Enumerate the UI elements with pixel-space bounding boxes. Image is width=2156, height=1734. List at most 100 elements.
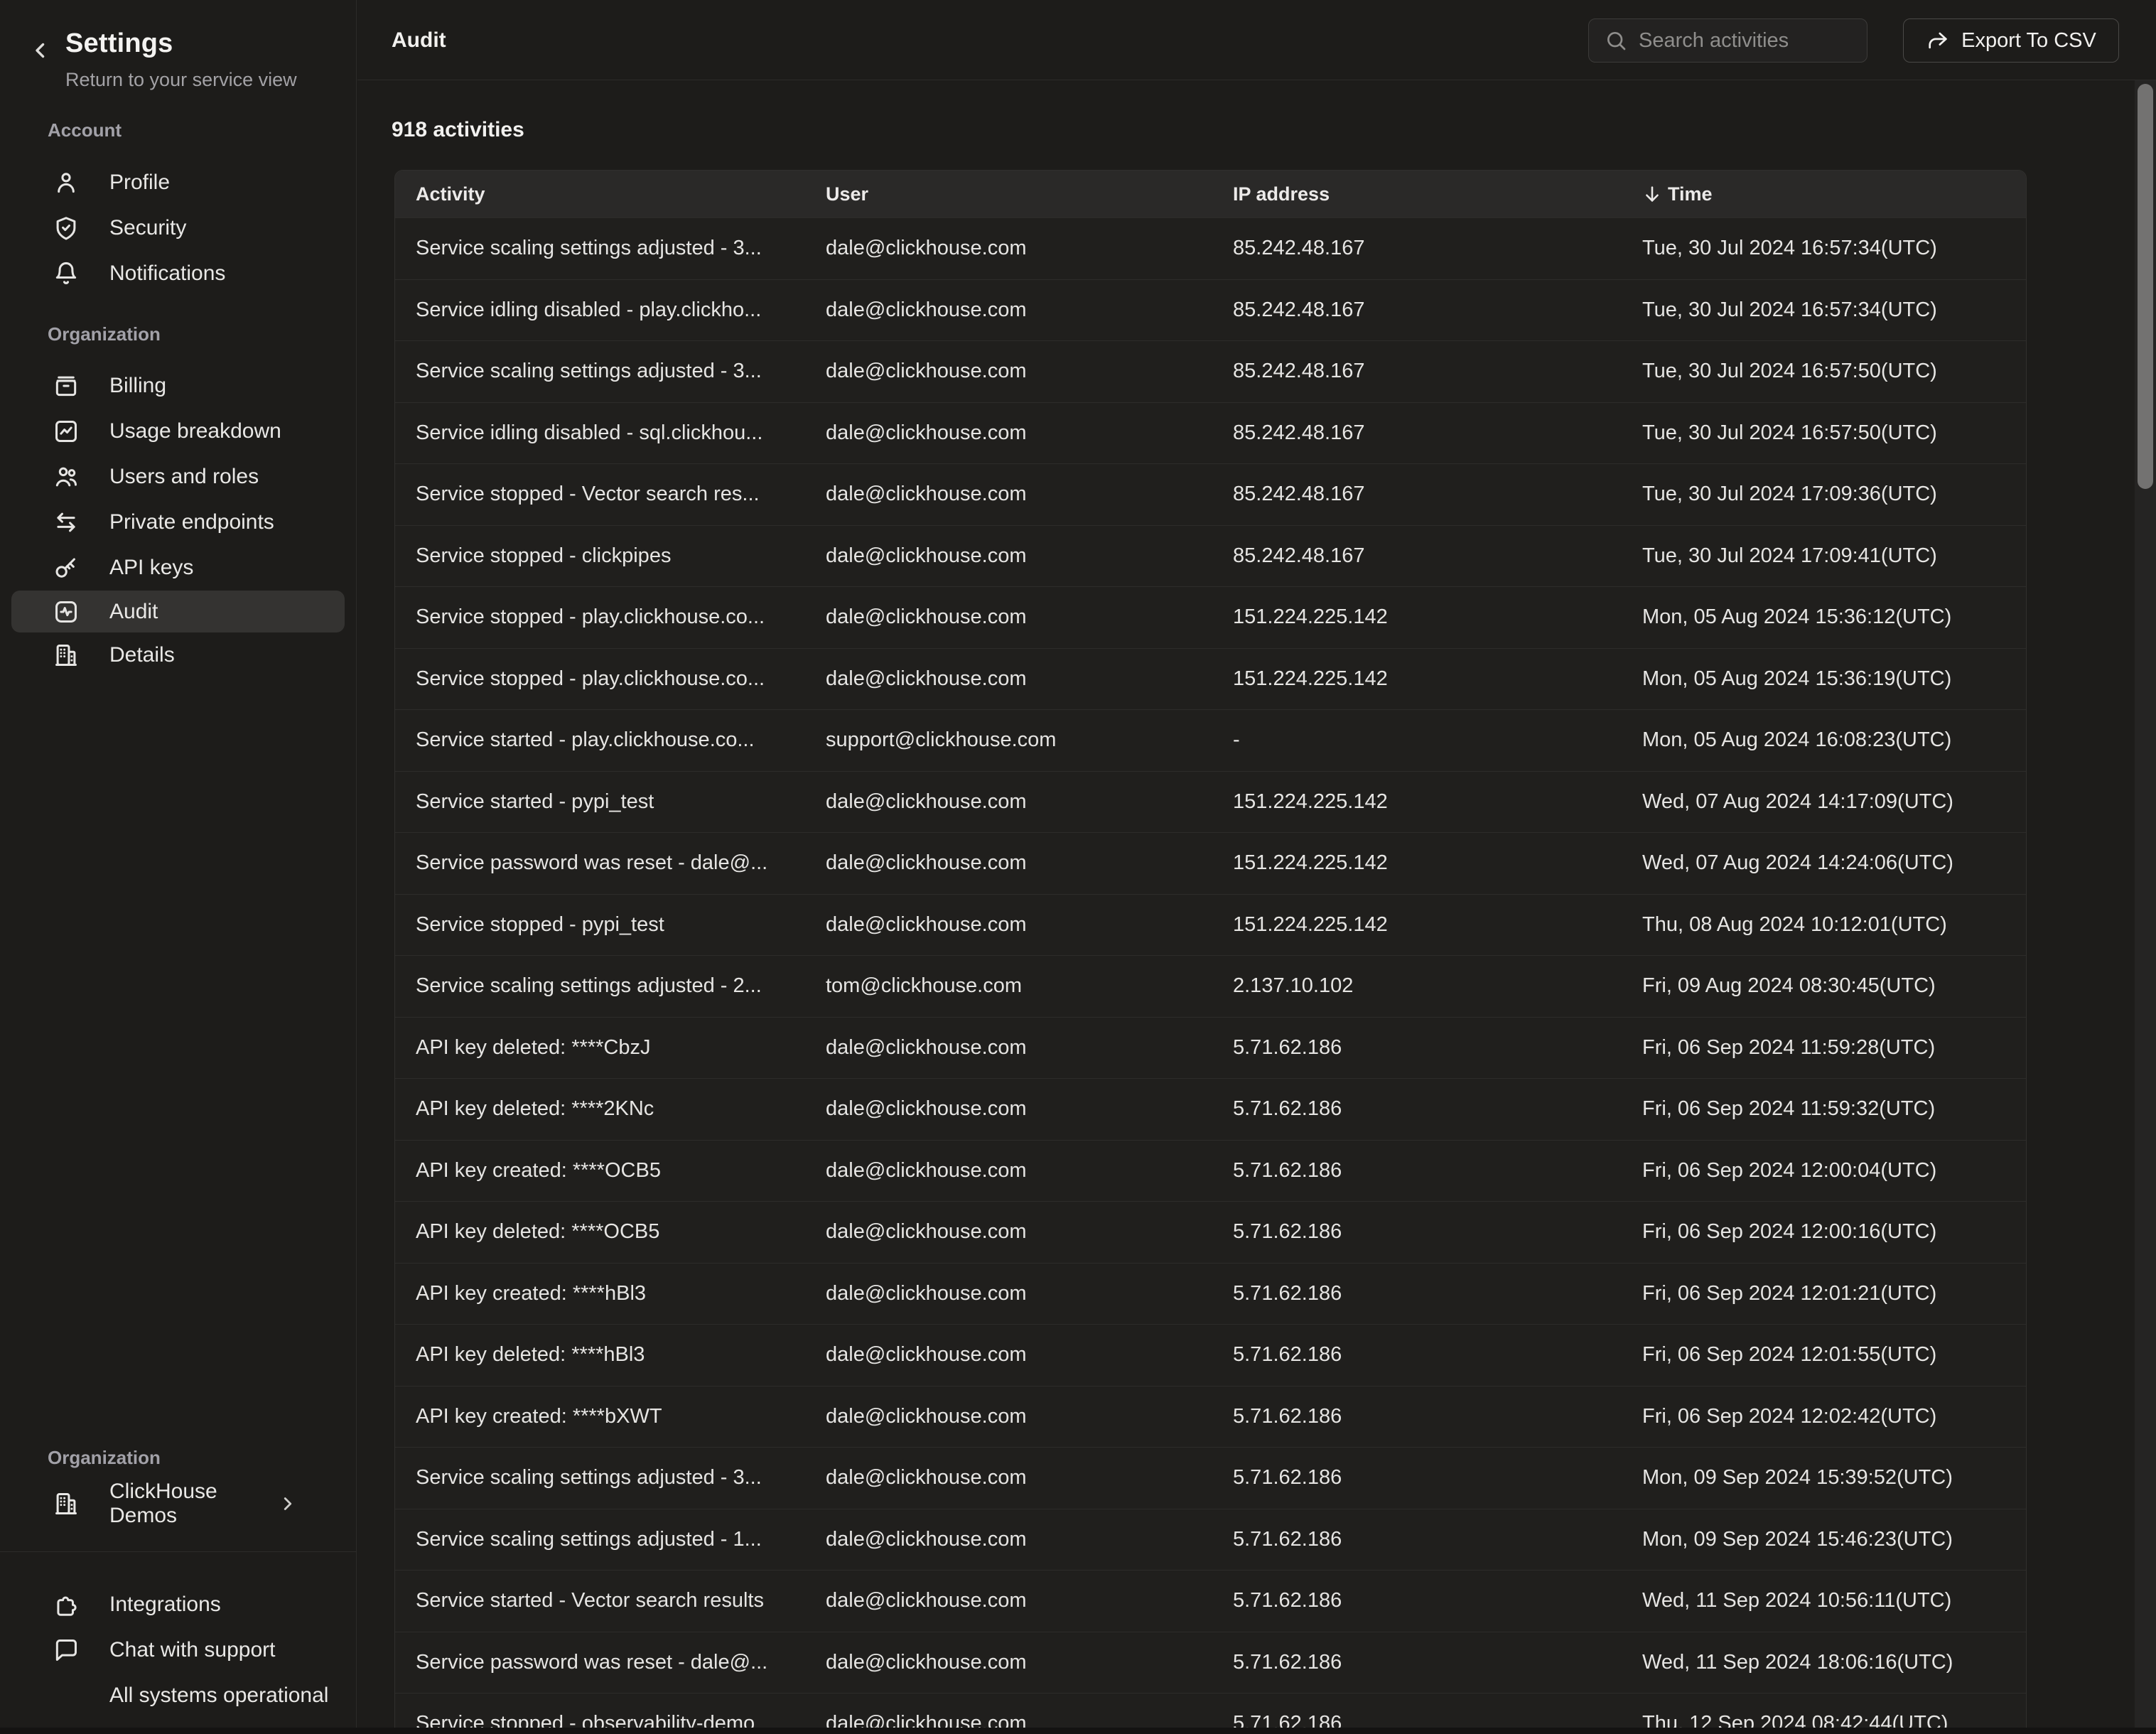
- sidebar-item-label: Chat with support: [109, 1638, 275, 1662]
- page-title: Audit: [392, 0, 446, 80]
- activity-cell: API key created: ****bXWT: [395, 1405, 826, 1428]
- activity-cell: Service idling disabled - play.clickho..…: [395, 298, 826, 322]
- activity-cell: Service scaling settings adjusted - 3...: [395, 360, 826, 383]
- org-switcher: ClickHouse Demos: [11, 1481, 345, 1526]
- user-cell: dale@clickhouse.com: [826, 667, 1233, 691]
- footer-item-chat-with-support[interactable]: Chat with support: [11, 1627, 345, 1673]
- usage-chart-icon: [53, 418, 80, 445]
- time-cell: Tue, 30 Jul 2024 16:57:34(UTC): [1642, 237, 2026, 260]
- sidebar-item-api-keys[interactable]: API keys: [11, 545, 345, 591]
- time-cell: Fri, 09 Aug 2024 08:30:45(UTC): [1642, 974, 2026, 998]
- time-cell: Mon, 09 Sep 2024 15:46:23(UTC): [1642, 1528, 2026, 1551]
- sidebar-item-private-endpoints[interactable]: Private endpoints: [11, 500, 345, 545]
- column-header-ip-address[interactable]: IP address: [1233, 183, 1642, 205]
- export-to-csv-button[interactable]: Export To CSV: [1903, 18, 2119, 63]
- user-cell: dale@clickhouse.com: [826, 1159, 1233, 1183]
- column-header-user[interactable]: User: [826, 183, 1233, 205]
- sidebar-item-label: Audit: [109, 600, 158, 624]
- activity-cell: Service password was reset - dale@...: [395, 1651, 826, 1674]
- sidebar-item-label: Details: [109, 643, 175, 667]
- time-cell: Wed, 11 Sep 2024 10:56:11(UTC): [1642, 1589, 2026, 1612]
- sidebar-item-label: Security: [109, 216, 186, 240]
- topbar: Audit Export To CSV: [357, 0, 2156, 80]
- sidebar-item-profile[interactable]: Profile: [11, 160, 345, 205]
- scrollbar-thumb[interactable]: [2138, 84, 2153, 489]
- sidebar-divider: [0, 1551, 356, 1552]
- ip-address-cell: 85.242.48.167: [1233, 360, 1642, 383]
- activity-cell: Service stopped - clickpipes: [395, 544, 826, 568]
- sidebar-item-details[interactable]: Details: [11, 632, 345, 678]
- table-header-row: ActivityUserIP addressTime: [395, 171, 2026, 217]
- account-section: Profile Security Notifications: [11, 160, 345, 296]
- table-row: Service scaling settings adjusted - 2...…: [395, 955, 2026, 1017]
- activity-cell: API key deleted: ****hBl3: [395, 1343, 826, 1367]
- activity-cell: Service stopped - play.clickhouse.co...: [395, 667, 826, 691]
- user-cell: dale@clickhouse.com: [826, 360, 1233, 383]
- puzzle-icon: [53, 1591, 80, 1618]
- sidebar-item-audit[interactable]: Audit: [11, 591, 345, 632]
- user-cell: dale@clickhouse.com: [826, 1589, 1233, 1612]
- time-cell: Fri, 06 Sep 2024 12:02:42(UTC): [1642, 1405, 2026, 1428]
- arrow-down-icon: [1642, 184, 1662, 204]
- sidebar-item-label: Private endpoints: [109, 510, 274, 534]
- activity-cell: Service started - Vector search results: [395, 1589, 826, 1612]
- time-cell: Fri, 06 Sep 2024 12:00:16(UTC): [1642, 1220, 2026, 1244]
- sidebar-item-usage-breakdown[interactable]: Usage breakdown: [11, 409, 345, 454]
- scrollbar-track[interactable]: [2135, 80, 2156, 1734]
- table-row: API key deleted: ****2KNcdale@clickhouse…: [395, 1078, 2026, 1140]
- ip-address-cell: 85.242.48.167: [1233, 421, 1642, 445]
- time-cell: Tue, 30 Jul 2024 16:57:50(UTC): [1642, 360, 2026, 383]
- table-row: API key created: ****OCB5dale@clickhouse…: [395, 1140, 2026, 1202]
- activity-cell: API key deleted: ****OCB5: [395, 1220, 826, 1244]
- ip-address-cell: 5.71.62.186: [1233, 1097, 1642, 1121]
- ip-address-cell: 151.224.225.142: [1233, 605, 1642, 629]
- column-header-activity[interactable]: Activity: [395, 183, 826, 205]
- sidebar-item-label: Notifications: [109, 262, 225, 286]
- activities-count: 918 activities: [392, 118, 524, 142]
- ip-address-cell: 5.71.62.186: [1233, 1159, 1642, 1183]
- footer-item-all-systems-operational[interactable]: All systems operational: [11, 1673, 345, 1718]
- activity-cell: API key created: ****hBl3: [395, 1282, 826, 1305]
- settings-sidebar: Settings Return to your service view Acc…: [0, 0, 357, 1734]
- audit-page: Audit Export To CSV 918 activities Activ…: [357, 0, 2156, 1734]
- activity-cell: Service stopped - pypi_test: [395, 913, 826, 937]
- ip-address-cell: 5.71.62.186: [1233, 1405, 1642, 1428]
- user-cell: dale@clickhouse.com: [826, 913, 1233, 937]
- time-cell: Fri, 06 Sep 2024 12:01:21(UTC): [1642, 1282, 2026, 1305]
- sidebar-item-billing[interactable]: Billing: [11, 363, 345, 409]
- time-cell: Mon, 09 Sep 2024 15:39:52(UTC): [1642, 1466, 2026, 1490]
- org-name: ClickHouse Demos: [109, 1480, 217, 1528]
- activity-cell: Service scaling settings adjusted - 1...: [395, 1528, 826, 1551]
- table-row: Service stopped - pypi_testdale@clickhou…: [395, 894, 2026, 956]
- ip-address-cell: 5.71.62.186: [1233, 1282, 1642, 1305]
- column-header-time[interactable]: Time: [1642, 183, 2026, 205]
- time-cell: Tue, 30 Jul 2024 16:57:50(UTC): [1642, 421, 2026, 445]
- org-switcher-row[interactable]: ClickHouse Demos: [11, 1481, 345, 1526]
- sidebar-item-notifications[interactable]: Notifications: [11, 251, 345, 296]
- table-row: Service scaling settings adjusted - 3...…: [395, 217, 2026, 279]
- window-bottom-edge: [0, 1728, 2156, 1734]
- footer-item-integrations[interactable]: Integrations: [11, 1582, 345, 1627]
- user-cell: dale@clickhouse.com: [826, 1651, 1233, 1674]
- arrows-left-right-icon: [53, 509, 80, 536]
- sidebar-item-label: Users and roles: [109, 465, 259, 489]
- sidebar-item-security[interactable]: Security: [11, 205, 345, 251]
- activity-cell: API key deleted: ****CbzJ: [395, 1036, 826, 1060]
- time-cell: Mon, 05 Aug 2024 15:36:19(UTC): [1642, 667, 2026, 691]
- search-input[interactable]: [1639, 29, 1851, 53]
- ip-address-cell: 85.242.48.167: [1233, 237, 1642, 260]
- user-cell: dale@clickhouse.com: [826, 605, 1233, 629]
- table-body: Service scaling settings adjusted - 3...…: [395, 217, 2026, 1734]
- ip-address-cell: 5.71.62.186: [1233, 1036, 1642, 1060]
- table-row: Service scaling settings adjusted - 1...…: [395, 1509, 2026, 1571]
- user-cell: dale@clickhouse.com: [826, 851, 1233, 875]
- time-cell: Mon, 05 Aug 2024 16:08:23(UTC): [1642, 728, 2026, 752]
- user-cell: dale@clickhouse.com: [826, 483, 1233, 506]
- ip-address-cell: 5.71.62.186: [1233, 1589, 1642, 1612]
- user-cell: dale@clickhouse.com: [826, 1405, 1233, 1428]
- sidebar-item-users-and-roles[interactable]: Users and roles: [11, 454, 345, 500]
- ip-address-cell: 85.242.48.167: [1233, 298, 1642, 322]
- back-button[interactable]: [28, 38, 53, 63]
- user-cell: dale@clickhouse.com: [826, 1528, 1233, 1551]
- table-row: API key deleted: ****OCB5dale@clickhouse…: [395, 1201, 2026, 1263]
